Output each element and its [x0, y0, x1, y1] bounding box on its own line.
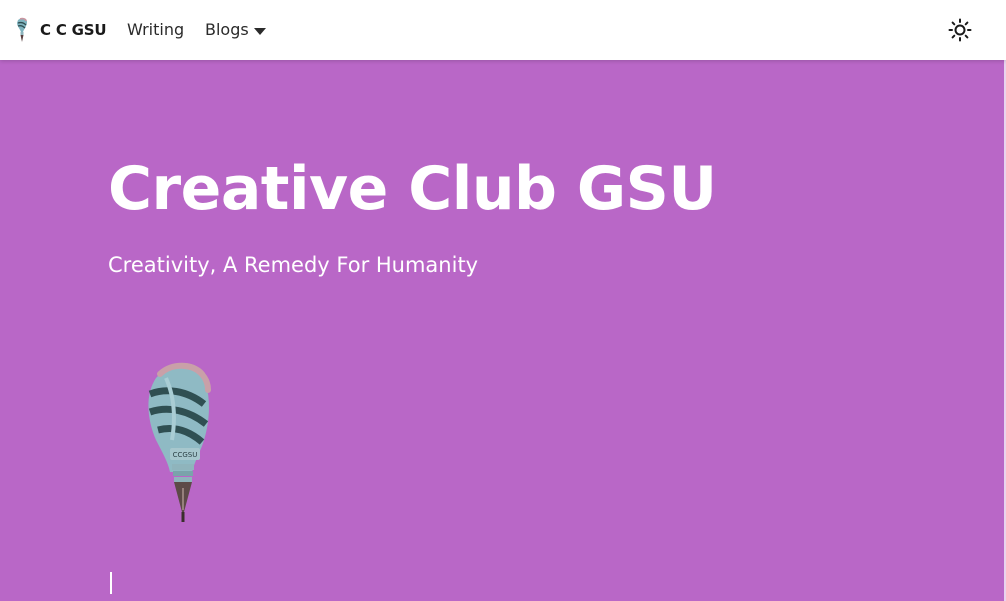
brand-logo-icon: [17, 17, 27, 42]
brand-text: C C GSU: [40, 21, 107, 39]
sun-icon[interactable]: [948, 18, 972, 42]
hero-subtitle: Creativity, A Remedy For Humanity: [108, 253, 479, 277]
hero-title: Creative Club GSU: [108, 154, 717, 224]
text-cursor: [110, 572, 112, 594]
brand-link[interactable]: C C GSU: [14, 16, 107, 44]
nav-link-blogs-label: Blogs: [205, 20, 249, 39]
ccgsu-logo-icon: CCGSU: [148, 362, 211, 522]
top-navbar: C C GSU Writing Blogs: [0, 0, 1006, 60]
nav-link-writing[interactable]: Writing: [127, 18, 184, 42]
nav-link-blogs[interactable]: Blogs: [205, 18, 266, 42]
ccgsu-logo-text: CCGSU: [173, 451, 198, 459]
caret-down-icon: [253, 27, 266, 35]
